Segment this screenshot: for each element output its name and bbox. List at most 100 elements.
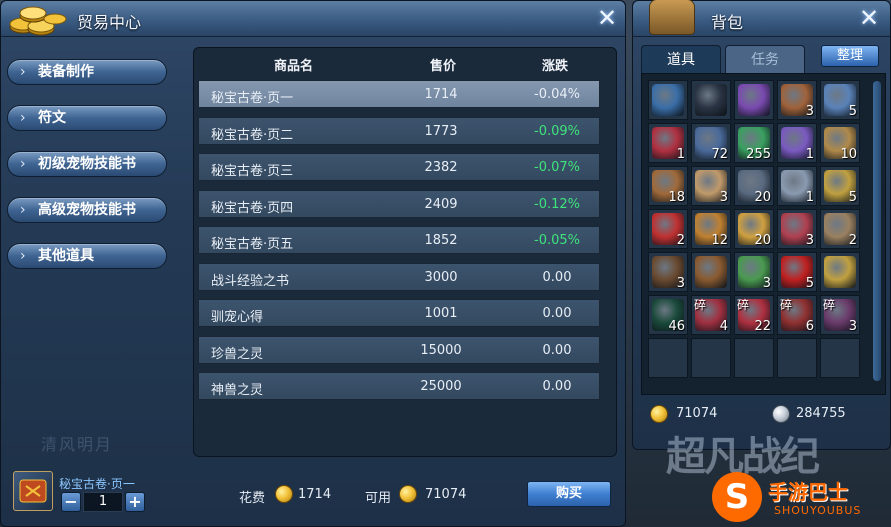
bag-slot[interactable] (691, 252, 731, 292)
quantity-increase-button[interactable]: + (125, 492, 145, 512)
trade-close-button[interactable]: ✕ (593, 5, 621, 31)
bag-icon (649, 0, 695, 35)
table-row[interactable]: 秘宝古卷·页一 1714 -0.04% (198, 80, 600, 108)
bag-slot[interactable]: 碎3 (820, 295, 860, 335)
buy-button[interactable]: 购买 (527, 481, 611, 507)
gold-coin-icon (650, 405, 668, 423)
bag-slot[interactable]: 碎 22 (734, 295, 774, 335)
tab-quests[interactable]: 任务 (725, 45, 805, 73)
item-count: 3 (805, 233, 814, 248)
bag-slot[interactable]: 1 (777, 166, 817, 206)
bag-scrollbar[interactable] (873, 81, 881, 381)
bag-slot[interactable]: 20 (734, 166, 774, 206)
item-icon (652, 84, 684, 116)
chevron-right-icon: › (20, 202, 26, 218)
table-row[interactable]: 珍兽之灵 15000 0.00 (198, 335, 600, 364)
product-change: -0.04% (534, 87, 580, 102)
bag-slot[interactable] (691, 80, 731, 120)
nav-item-basic-pet-skill-books[interactable]: › 初级宠物技能书 (7, 151, 167, 177)
site-logo-text: 手游巴士 (768, 480, 848, 504)
bag-slot[interactable] (648, 80, 688, 120)
bag-slot[interactable]: 碎4 (691, 295, 731, 335)
item-icon (738, 84, 770, 116)
fragment-tag: 碎 (694, 298, 707, 312)
bag-slot[interactable]: 3 (734, 252, 774, 292)
tab-items[interactable]: 道具 (641, 45, 721, 73)
bag-slot[interactable]: 12 (691, 209, 731, 249)
bag-slot[interactable]: 255 (734, 123, 774, 163)
product-price: 1001 (424, 306, 458, 321)
bag-slot[interactable] (734, 80, 774, 120)
bag-title-bar[interactable]: 背包 ✕ (633, 0, 890, 37)
table-row[interactable]: 神兽之灵 25000 0.00 (198, 372, 600, 400)
item-count: 10 (840, 147, 857, 162)
item-icon (824, 256, 856, 288)
product-change: -0.05% (534, 233, 580, 248)
bag-slot[interactable]: 2 (648, 209, 688, 249)
gold-coin-icon (399, 485, 417, 503)
bag-slot[interactable] (820, 338, 860, 378)
selected-item-name: 秘宝古卷·页一 (59, 477, 135, 491)
item-count: 1 (805, 147, 814, 162)
bag-slot[interactable]: 20 (734, 209, 774, 249)
table-row[interactable]: 秘宝古卷·页四 2409 -0.12% (198, 189, 600, 218)
quantity-input[interactable]: 1 (83, 492, 123, 512)
bag-slot[interactable] (820, 252, 860, 292)
bag-slot[interactable]: 46 (648, 295, 688, 335)
table-row[interactable]: 秘宝古卷·页五 1852 -0.05% (198, 226, 600, 254)
product-name: 秘宝古卷·页一 (211, 91, 294, 106)
bag-scroll-thumb[interactable] (873, 81, 881, 381)
bag-slot[interactable]: 5 (777, 252, 817, 292)
table-row[interactable]: 驯宠心得 1001 0.00 (198, 299, 600, 327)
item-count: 6 (805, 319, 814, 334)
bag-slot[interactable] (777, 338, 817, 378)
cost-value: 1714 (298, 487, 332, 502)
product-price: 15000 (420, 342, 462, 358)
bag-slot[interactable]: 5 (820, 80, 860, 120)
bag-slot[interactable] (648, 338, 688, 378)
product-name: 珍兽之灵 (211, 346, 264, 362)
silver-coin-icon (772, 405, 790, 423)
bag-slot[interactable] (691, 338, 731, 378)
bag-slot[interactable] (734, 338, 774, 378)
bag-slot[interactable]: 3 (648, 252, 688, 292)
table-row[interactable]: 秘宝古卷·页二 1773 -0.09% (198, 116, 600, 145)
item-count: 5 (848, 190, 857, 205)
selected-item-icon[interactable] (13, 471, 53, 511)
nav-item-equipment-crafting[interactable]: › 装备制作 (7, 59, 167, 85)
bag-slot[interactable]: 5 (820, 166, 860, 206)
item-count: 2 (848, 233, 857, 248)
product-name: 秘宝古卷·页三 (211, 164, 294, 179)
bag-close-button[interactable]: ✕ (855, 5, 883, 31)
bag-slot[interactable]: 3 (777, 80, 817, 120)
bag-slot[interactable]: 10 (820, 123, 860, 163)
bag-slot[interactable]: 3 (777, 209, 817, 249)
nav-item-other-items[interactable]: › 其他道具 (7, 243, 167, 269)
trade-title: 贸易中心 (77, 13, 142, 32)
trade-title-bar[interactable]: 贸易中心 ✕ (1, 1, 625, 37)
chevron-right-icon: › (20, 110, 26, 126)
nav-item-advanced-pet-skill-books[interactable]: › 高级宠物技能书 (7, 197, 167, 223)
bag-slot[interactable]: 72 (691, 123, 731, 163)
bag-slots: 3 5 1 72 255 1 10 18 3 20 1 5 2 12 20 3 2 3 3 5 46 碎 4 碎 22 碎 6 碎 3 (648, 80, 879, 378)
bag-slot[interactable]: 1 (648, 123, 688, 163)
product-name: 战斗经验之书 (211, 273, 290, 289)
bag-title: 背包 (711, 13, 744, 32)
table-row[interactable]: 秘宝古卷·页三 2382 -0.07% (198, 153, 600, 181)
table-header: 商品名 售价 涨跌 (194, 48, 616, 78)
sort-button[interactable]: 整理 (821, 45, 879, 67)
bag-slot[interactable]: 1 (777, 123, 817, 163)
bag-slot[interactable]: 18 (648, 166, 688, 206)
fragment-tag: 碎 (780, 298, 793, 312)
item-count: 18 (668, 190, 685, 205)
bag-slot[interactable]: 2 (820, 209, 860, 249)
item-count: 22 (754, 319, 771, 334)
product-rows: 秘宝古卷·页一 1714 -0.04% 秘宝古卷·页二 1773 -0.09% … (198, 80, 600, 409)
silver-amount: 284755 (796, 406, 846, 421)
bag-slot[interactable]: 碎6 (777, 295, 817, 335)
quantity-decrease-button[interactable]: − (61, 492, 81, 512)
bag-grid: 3 5 1 72 255 1 10 18 3 20 1 5 2 12 20 3 2 3 3 5 46 碎 4 碎 22 碎 6 碎 3 (641, 73, 886, 395)
bag-slot[interactable]: 3 (691, 166, 731, 206)
table-row[interactable]: 战斗经验之书 3000 0.00 (198, 262, 600, 291)
nav-item-runes[interactable]: › 符文 (7, 105, 167, 131)
